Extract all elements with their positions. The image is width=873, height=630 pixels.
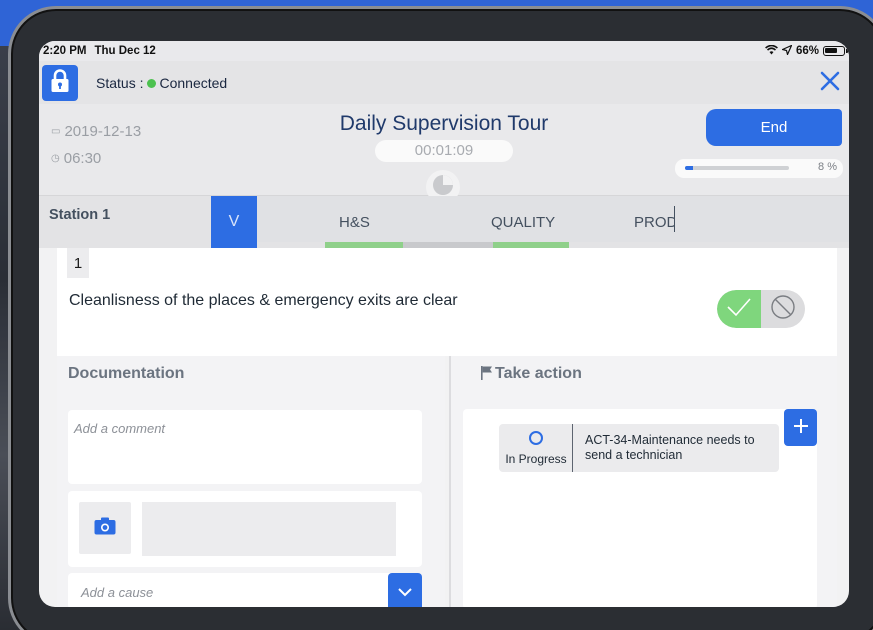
connected-dot-icon (147, 78, 157, 88)
tour-time: ◷ 06:30 (51, 150, 101, 167)
page-title: Daily Supervision Tour (339, 112, 549, 135)
not-applicable-button[interactable] (761, 290, 805, 328)
progress-percent: 8 % (818, 161, 837, 173)
add-action-button[interactable] (784, 409, 817, 446)
tour-progress: 8 % (675, 159, 843, 178)
documentation-panel: Documentation Add a comment Add a cause (57, 356, 445, 607)
station-bar: Station 1 V H&S QUALITY PROD (39, 196, 849, 248)
camera-icon (94, 517, 116, 539)
tab-quality[interactable]: QUALITY (491, 214, 555, 231)
take-action-panel: Take action In Progress ACT-34-Maintenan… (449, 356, 837, 607)
documentation-title: Documentation (68, 365, 185, 382)
lock-icon (50, 68, 70, 97)
tab-scroll-edge (674, 206, 675, 232)
connection-label: Status : (96, 74, 144, 91)
check-icon (726, 296, 752, 322)
action-item[interactable]: In Progress ACT-34-Maintenance needs to … (499, 424, 779, 472)
cause-select[interactable]: Add a cause (68, 573, 422, 607)
location-icon (780, 43, 793, 58)
photo-placeholder (142, 502, 396, 556)
close-icon (819, 71, 841, 96)
tour-timer: 00:01:09 (375, 140, 513, 162)
progress-track (685, 166, 789, 170)
station-toggle-button[interactable]: V (211, 196, 257, 248)
calendar-icon: ▭ (51, 126, 61, 137)
question-number: 1 (67, 248, 89, 278)
status-time: 2:20 PM (43, 45, 87, 57)
tab-prod[interactable]: PROD (634, 214, 674, 231)
action-list: In Progress ACT-34-Maintenance needs to … (463, 409, 817, 607)
battery-percent: 66% (795, 45, 819, 57)
lock-button[interactable] (42, 64, 78, 101)
photo-section (68, 491, 422, 567)
station-label: Station 1 (49, 207, 111, 223)
status-indicators: 66% (765, 43, 848, 58)
clock-icon: ◷ (51, 153, 60, 164)
tour-time-value: 06:30 (63, 150, 102, 167)
status-circle-icon (529, 431, 543, 445)
connection-state: Connected (159, 74, 228, 91)
cause-dropdown-button[interactable] (388, 573, 422, 607)
battery-icon (823, 46, 848, 56)
action-status: In Progress (499, 424, 573, 472)
cause-placeholder: Add a cause (81, 585, 154, 600)
flag-icon (480, 365, 494, 385)
action-description: ACT-34-Maintenance needs to send a techn… (585, 433, 755, 462)
take-action-title: Take action (495, 365, 582, 382)
question-text: Cleanlisness of the places & emergency e… (69, 292, 458, 309)
status-date: Thu Dec 12 (94, 45, 156, 57)
yes-button[interactable] (717, 290, 761, 328)
tour-date-value: 2019-12-13 (64, 123, 142, 140)
connection-bar: Status : Connected (39, 61, 849, 104)
yes-no-toggle[interactable] (717, 290, 805, 328)
chevron-down-icon (397, 582, 413, 601)
prohibited-icon (770, 294, 796, 324)
tour-header: ▭ 2019-12-13 ◷ 06:30 Daily Supervision Tou… (39, 104, 849, 204)
comment-input[interactable]: Add a comment (68, 410, 422, 484)
wifi-icon (765, 44, 778, 58)
question-card: 1 Cleanlisness of the places & emergency… (57, 248, 837, 356)
tab-hs[interactable]: H&S (339, 214, 370, 231)
comment-placeholder: Add a comment (74, 421, 166, 436)
category-tabs: H&S QUALITY PROD (257, 196, 849, 242)
action-status-text: In Progress (505, 452, 567, 466)
status-bar: 2:20 PM Thu Dec 12 66% (39, 41, 849, 61)
app-screen: 2:20 PM Thu Dec 12 66% Status : Connected (39, 41, 849, 607)
plus-icon (793, 418, 809, 438)
end-button[interactable]: End (706, 109, 842, 146)
tour-date: ▭ 2019-12-13 (51, 123, 141, 140)
camera-button[interactable] (79, 502, 131, 554)
progress-fill (685, 166, 694, 170)
close-button[interactable] (819, 70, 841, 92)
connection-status: Status : Connected (96, 75, 227, 91)
